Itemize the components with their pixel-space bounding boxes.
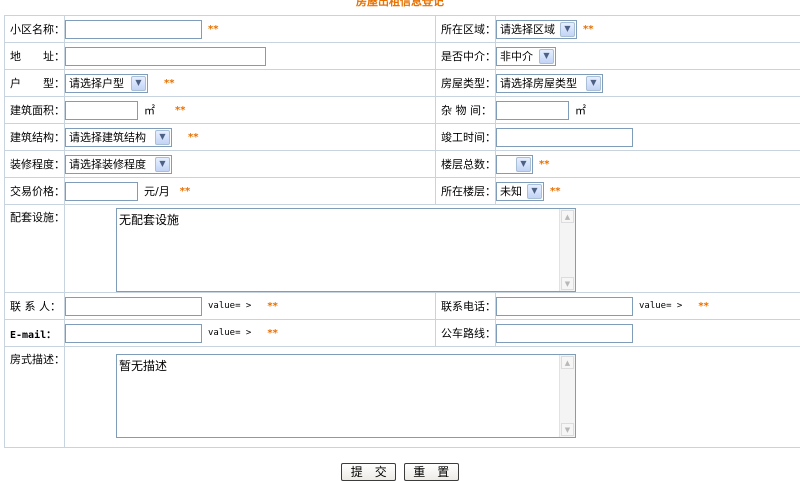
bus-input[interactable] bbox=[496, 324, 633, 343]
area-label: 所在区域： bbox=[436, 16, 496, 43]
chevron-down-icon: ▼ bbox=[155, 157, 170, 172]
chevron-down-icon: ▼ bbox=[539, 49, 554, 64]
house-type-label: 房屋类型： bbox=[436, 70, 496, 97]
address-input[interactable] bbox=[65, 47, 266, 66]
completion-label: 竣工时间： bbox=[436, 124, 496, 151]
scroll-down-icon[interactable]: ▼ bbox=[561, 277, 574, 290]
required-mark: ** bbox=[208, 24, 218, 35]
address-label: 地 址： bbox=[5, 43, 65, 70]
form-row-facilities: 配套设施： 无配套设施 ▲ ▼ bbox=[5, 205, 800, 293]
scroll-up-icon[interactable]: ▲ bbox=[561, 356, 574, 369]
required-mark: ** bbox=[267, 301, 277, 312]
agent-select[interactable]: 非中介▼ bbox=[496, 47, 556, 66]
price-label: 交易价格： bbox=[5, 178, 65, 205]
description-label: 房式描述： bbox=[5, 347, 65, 448]
floor-area-label: 建筑面积： bbox=[5, 97, 65, 124]
decoration-label: 装修程度： bbox=[5, 151, 65, 178]
page-title: 房屋出租信息登记 bbox=[0, 0, 800, 10]
structure-label: 建筑结构： bbox=[5, 124, 65, 151]
description-textarea[interactable]: 暂无描述 ▲ ▼ bbox=[116, 354, 576, 438]
form-row-decoration: 装修程度： 请选择装修程度▼ 楼层总数： ▼ ** bbox=[5, 151, 800, 178]
form-row-contact: 联 系 人： value= > ** 联系电话： value= > ** bbox=[5, 293, 800, 320]
email-input[interactable] bbox=[65, 324, 202, 343]
total-floors-label: 楼层总数： bbox=[436, 151, 496, 178]
scroll-up-icon[interactable]: ▲ bbox=[561, 210, 574, 223]
chevron-down-icon: ▼ bbox=[560, 22, 575, 37]
chevron-down-icon: ▼ bbox=[586, 76, 601, 91]
community-label: 小区名称： bbox=[5, 16, 65, 43]
contact-value-text: value= > bbox=[208, 301, 251, 311]
contact-label: 联 系 人： bbox=[5, 293, 65, 320]
contact-input[interactable] bbox=[65, 297, 202, 316]
facilities-textarea[interactable]: 无配套设施 ▲ ▼ bbox=[116, 208, 576, 292]
scrollbar[interactable]: ▲ ▼ bbox=[559, 355, 575, 437]
storage-label: 杂 物 间： bbox=[436, 97, 496, 124]
bus-label: 公车路线： bbox=[436, 320, 496, 347]
floor-area-unit: ㎡ bbox=[144, 104, 155, 117]
required-mark: ** bbox=[164, 78, 174, 89]
area-select[interactable]: 请选择区域▼ bbox=[496, 20, 577, 39]
chevron-down-icon: ▼ bbox=[516, 157, 531, 172]
phone-input[interactable] bbox=[496, 297, 633, 316]
form-row-structure: 建筑结构： 请选择建筑结构▼ ** 竣工时间： bbox=[5, 124, 800, 151]
required-mark: ** bbox=[267, 328, 277, 339]
storage-input[interactable] bbox=[496, 101, 569, 120]
required-mark: ** bbox=[175, 105, 185, 116]
phone-value-text: value= > bbox=[639, 301, 682, 311]
required-mark: ** bbox=[539, 159, 549, 170]
price-input[interactable] bbox=[65, 182, 138, 201]
required-mark: ** bbox=[583, 24, 593, 35]
form-row-address: 地 址： 是否中介： 非中介▼ bbox=[5, 43, 800, 70]
form-row-email: E-mail： value= > ** 公车路线： bbox=[5, 320, 800, 347]
floor-select[interactable]: 未知▼ bbox=[496, 182, 544, 201]
storage-unit: ㎡ bbox=[575, 104, 586, 117]
facilities-label: 配套设施： bbox=[5, 205, 65, 293]
form-row-floor-area: 建筑面积： ㎡ ** 杂 物 间： ㎡ bbox=[5, 97, 800, 124]
rental-registration-page: 房屋出租信息登记 小区名称： ** 所在区域： 请选择区域▼ ** 地 址： 是否… bbox=[0, 0, 800, 480]
required-mark: ** bbox=[698, 301, 708, 312]
price-unit: 元/月 bbox=[144, 185, 170, 198]
chevron-down-icon: ▼ bbox=[527, 184, 542, 199]
email-label: E-mail： bbox=[5, 320, 65, 347]
scroll-down-icon[interactable]: ▼ bbox=[561, 423, 574, 436]
decoration-select[interactable]: 请选择装修程度▼ bbox=[65, 155, 172, 174]
floor-label: 所在楼层： bbox=[436, 178, 496, 205]
chevron-down-icon: ▼ bbox=[131, 76, 146, 91]
floor-area-input[interactable] bbox=[65, 101, 138, 120]
structure-select[interactable]: 请选择建筑结构▼ bbox=[65, 128, 172, 147]
house-type-select[interactable]: 请选择房屋类型▼ bbox=[496, 74, 603, 93]
scrollbar[interactable]: ▲ ▼ bbox=[559, 209, 575, 291]
required-mark: ** bbox=[180, 186, 190, 197]
registration-form: 小区名称： ** 所在区域： 请选择区域▼** 地 址： 是否中介： 非中介▼ … bbox=[4, 15, 800, 448]
required-mark: ** bbox=[188, 132, 198, 143]
completion-input[interactable] bbox=[496, 128, 633, 147]
agent-label: 是否中介： bbox=[436, 43, 496, 70]
chevron-down-icon: ▼ bbox=[155, 130, 170, 145]
total-floors-select[interactable]: ▼ bbox=[496, 155, 533, 174]
form-row-description: 房式描述： 暂无描述 ▲ ▼ bbox=[5, 347, 800, 448]
unit-type-label: 户 型： bbox=[5, 70, 65, 97]
form-row-community: 小区名称： ** 所在区域： 请选择区域▼ ** bbox=[5, 16, 800, 43]
community-input[interactable] bbox=[65, 20, 202, 39]
phone-label: 联系电话： bbox=[436, 293, 496, 320]
reset-button[interactable]: 重 置 bbox=[404, 463, 459, 481]
email-value-text: value= > bbox=[208, 328, 251, 338]
unit-type-select[interactable]: 请选择户型▼ bbox=[65, 74, 148, 93]
submit-button[interactable]: 提 交 bbox=[341, 463, 396, 481]
form-row-price: 交易价格： 元/月 ** 所在楼层： 未知▼ ** bbox=[5, 178, 800, 205]
required-mark: ** bbox=[550, 186, 560, 197]
form-row-unit-type: 户 型： 请选择户型▼ ** 房屋类型： 请选择房屋类型▼ bbox=[5, 70, 800, 97]
button-bar: 提 交 重 置 bbox=[0, 463, 800, 481]
